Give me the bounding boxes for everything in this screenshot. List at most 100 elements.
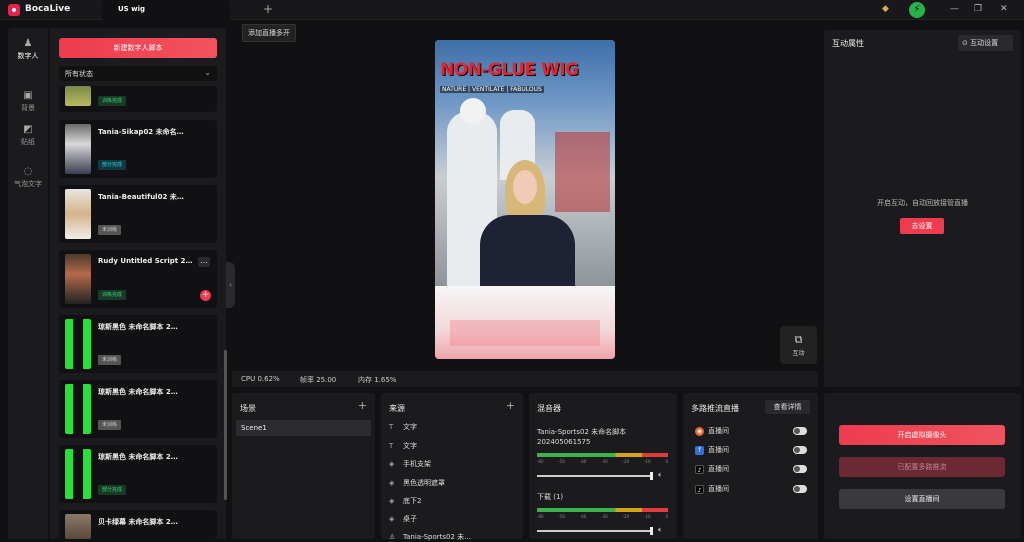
tick-label: -30 — [601, 459, 608, 464]
add-scene-button[interactable]: + — [358, 399, 367, 412]
nav-digital-human[interactable]: ♟ 数字人 — [8, 38, 48, 61]
meter-ticks: -60 -50 -40 -30 -20 -10 0 — [537, 459, 668, 464]
add-button[interactable]: + — [200, 290, 211, 301]
script-title: 琼斯黑色 未命名脚本 2… — [98, 323, 178, 331]
interaction-settings-button[interactable]: ⊙ 互动设置 — [958, 35, 1013, 51]
nav-sticker[interactable]: ◩ 贴纸 — [8, 124, 48, 147]
script-card[interactable]: Tania-Sikap02 未命名… 部分完成 — [59, 120, 217, 178]
live-preview[interactable]: NON-GLUE WIG NATURE | VENTILATE | FABULO… — [435, 40, 615, 359]
memory-stat: 内存 1.65% — [358, 376, 397, 384]
script-title: Rudy Untitled Script 2… — [98, 257, 193, 265]
view-details-button[interactable]: 查看详情 — [765, 400, 810, 414]
fps-stat: 帧率 25.00 — [300, 376, 337, 384]
start-virtual-camera-button[interactable]: 开启虚拟摄像头 — [839, 425, 1005, 445]
stream-label: 直播间 — [708, 485, 729, 493]
stream-toggle[interactable] — [793, 485, 807, 493]
stream-row: f 直播间 — [695, 445, 729, 455]
interaction-message: 开启互动，自动回放接管直播 — [877, 199, 968, 207]
stream-label: 直播间 — [708, 465, 729, 473]
source-item[interactable]: ◈ 黑色透明遮罩 — [389, 478, 445, 488]
tick-label: -50 — [558, 514, 565, 519]
maximize-button[interactable]: ❐ — [974, 4, 982, 14]
source-item[interactable]: T 文字 — [389, 422, 417, 432]
stream-toggle[interactable] — [793, 446, 807, 454]
source-label: 黑色透明遮罩 — [403, 479, 445, 487]
script-thumbnail — [65, 514, 91, 539]
scene-item[interactable]: Scene1 — [236, 420, 371, 436]
app-logo-icon — [8, 4, 20, 16]
cpu-stat: CPU 0.62% — [241, 375, 280, 383]
nav-bubble-text[interactable]: ◌ 气泡文字 — [8, 166, 48, 189]
source-label: 文字 — [403, 442, 417, 450]
volume-slider[interactable] — [537, 472, 653, 480]
tick-label: -20 — [622, 459, 630, 464]
tab-us-wig[interactable]: US wig — [102, 0, 230, 21]
nav-background[interactable]: ▣ 背景 — [8, 90, 48, 113]
speaker-icon[interactable]: 🔈︎ — [658, 525, 663, 535]
stream-row: ♪ 直播间 — [695, 464, 729, 474]
more-options-button[interactable]: … — [198, 257, 210, 267]
chevron-down-icon: ⌄ — [204, 68, 211, 77]
tab-label: US wig — [118, 5, 146, 13]
person-icon: ♙ — [389, 533, 396, 541]
tick-label: -60 — [537, 514, 544, 519]
volume-meter — [537, 508, 668, 512]
script-thumbnail — [65, 384, 91, 434]
source-label: 文字 — [403, 423, 417, 431]
bubble-icon: ◌ — [23, 166, 33, 177]
volume-slider[interactable] — [537, 527, 653, 535]
mixer-title: 混音器 — [537, 404, 561, 413]
tick-label: 0 — [665, 459, 668, 464]
rss-icon: ◉ — [695, 426, 704, 436]
nav-label: 背景 — [21, 104, 35, 112]
source-label: Tania-Sports02 未… — [403, 533, 472, 541]
source-item[interactable]: ◈ 桌子 — [389, 514, 417, 524]
add-source-button[interactable]: + — [506, 399, 515, 412]
source-label: 手机支架 — [403, 460, 431, 468]
source-item[interactable]: T 文字 — [389, 441, 417, 451]
source-item[interactable]: ♙ Tania-Sports02 未… — [389, 532, 471, 542]
script-card[interactable]: 琼斯黑色 未命名脚本 2… 未训练 — [59, 380, 217, 438]
stream-toggle[interactable] — [793, 427, 807, 435]
stats-bar: CPU 0.62% 帧率 25.00 内存 1.65% — [232, 371, 818, 387]
track-id: 202405061575 — [537, 438, 591, 446]
interact-button[interactable]: ⧉ 互动 — [780, 326, 817, 364]
script-card[interactable]: 贝卡绿幕 未命名脚本 2… — [59, 510, 217, 539]
multistream-configured-button[interactable]: 已配置多路推流 — [839, 457, 1005, 477]
script-card[interactable]: 训练完成 — [59, 86, 217, 112]
collapse-panel-button[interactable]: ‹ — [226, 262, 235, 308]
premium-icon[interactable]: ◆ — [882, 4, 889, 14]
script-card[interactable]: 琼斯黑色 未命名脚本 2… 未训练 — [59, 315, 217, 373]
track-name: Tania-Sports02 未命名脚本 — [537, 428, 627, 436]
stream-row: ♪ 直播间 — [695, 484, 729, 494]
status-icon[interactable]: ⚡ — [909, 2, 925, 18]
script-card[interactable]: 琼斯黑色 未命名脚本 2… 部分完成 — [59, 445, 217, 503]
script-panel: 新建数字人脚本 所有状态 ⌄ 训练完成 Tania-Sikap02 未命名… 部… — [50, 28, 226, 539]
go-settings-button[interactable]: 去设置 — [900, 218, 944, 234]
status-filter-select[interactable]: 所有状态 ⌄ — [59, 66, 217, 81]
title-bar: BocaLive US wig + ◆ ⚡ — ❐ ✕ — [0, 0, 1024, 21]
script-card[interactable]: Tania-Beautiful02 未… 未训练 — [59, 185, 217, 243]
add-tab-button[interactable]: + — [263, 2, 273, 16]
nav-label: 气泡文字 — [14, 180, 42, 188]
source-title: 来源 — [389, 404, 405, 413]
script-thumbnail — [65, 449, 91, 499]
close-button[interactable]: ✕ — [1000, 4, 1008, 14]
source-item[interactable]: ◈ 底下2 — [389, 496, 421, 506]
minimize-button[interactable]: — — [950, 4, 959, 14]
stream-toggle[interactable] — [793, 465, 807, 473]
script-card[interactable]: Rudy Untitled Script 2… … 训练完成 + — [59, 250, 217, 308]
presenter-face — [513, 170, 537, 204]
scrollbar[interactable] — [224, 350, 227, 500]
layer-icon: ◈ — [389, 497, 395, 505]
new-script-button[interactable]: 新建数字人脚本 — [59, 38, 217, 58]
source-label: 桌子 — [403, 515, 417, 523]
set-live-room-button[interactable]: 设置直播间 — [839, 489, 1005, 509]
presenter-jacket — [480, 215, 575, 287]
volume-meter — [537, 453, 668, 457]
speaker-icon[interactable]: 🔈︎ — [658, 470, 663, 480]
layer-icon: ◈ — [389, 515, 395, 523]
multistream-title: 多路推流直播 — [691, 404, 739, 413]
person-icon: ♟ — [23, 38, 33, 49]
source-item[interactable]: ◈ 手机支架 — [389, 459, 431, 469]
